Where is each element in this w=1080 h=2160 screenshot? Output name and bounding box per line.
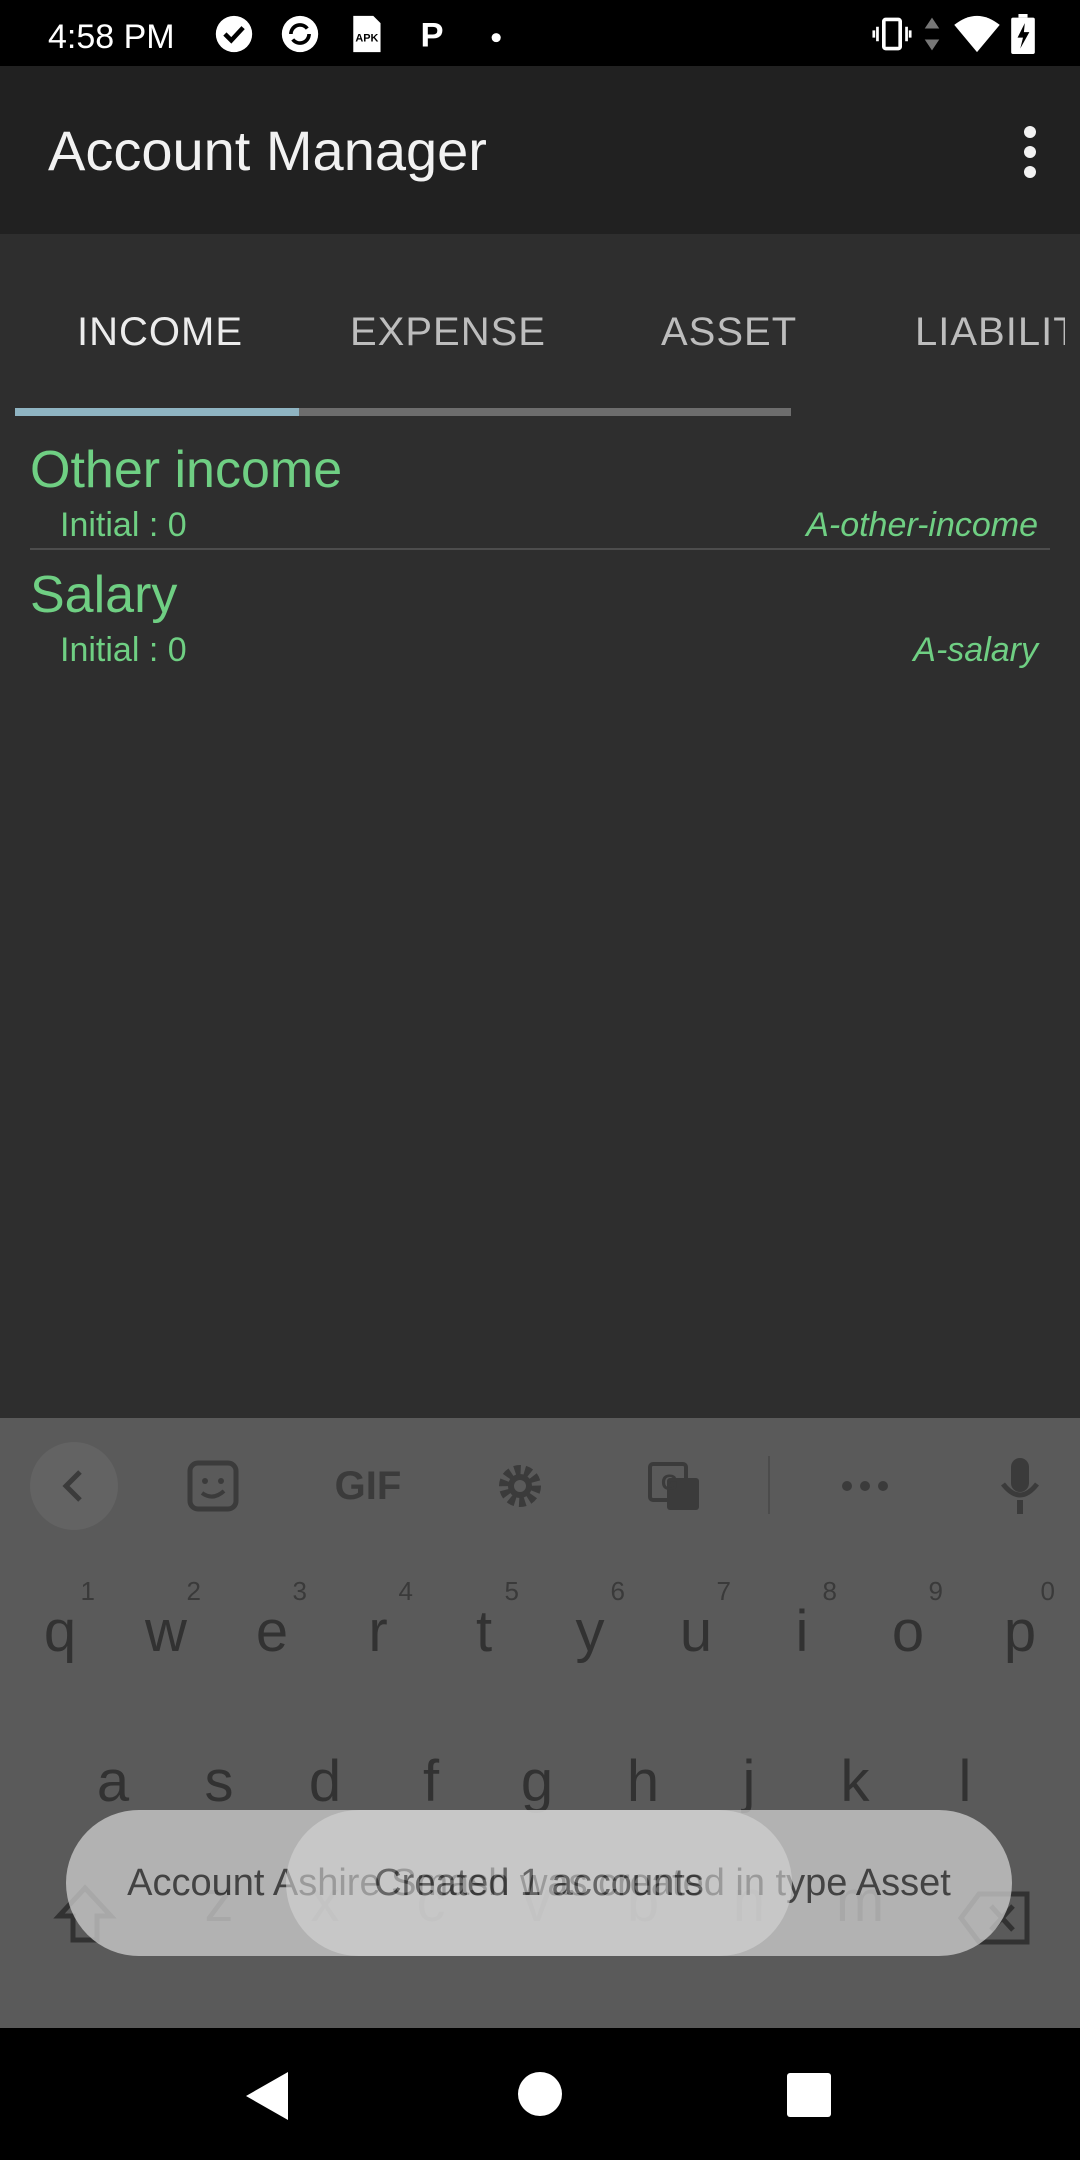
more-button[interactable] bbox=[830, 1446, 900, 1526]
settings-button[interactable] bbox=[488, 1446, 552, 1526]
tab-indicator bbox=[15, 408, 299, 416]
app-title: Account Manager bbox=[48, 119, 487, 182]
status-time: 4:58 PM bbox=[48, 18, 175, 56]
check-circle-icon bbox=[215, 15, 253, 53]
key-e[interactable]: 3e bbox=[227, 1576, 317, 1708]
toast-message: Created 1 accounts bbox=[286, 1810, 792, 1956]
key-p[interactable]: 0p bbox=[975, 1576, 1065, 1708]
battery-charging-icon bbox=[1011, 14, 1035, 54]
chevron-left-icon bbox=[62, 1470, 82, 1502]
translate-icon: G bbox=[648, 1462, 699, 1510]
mic-button[interactable] bbox=[990, 1446, 1050, 1526]
keyboard-back-button[interactable] bbox=[30, 1442, 118, 1530]
vibrate-icon bbox=[872, 17, 912, 51]
dot-icon bbox=[491, 33, 501, 43]
status-bar: 4:58 PM APK P bbox=[0, 0, 1080, 66]
toolbar-divider bbox=[768, 1456, 770, 1514]
list-item[interactable]: Salary Initial : 0 A-salary bbox=[30, 565, 1050, 675]
apk-icon: APK bbox=[353, 15, 381, 53]
mic-icon bbox=[1001, 1458, 1039, 1514]
key-i[interactable]: 8i bbox=[757, 1576, 847, 1708]
account-name: Other income bbox=[30, 441, 343, 499]
tab-bar: INCOME EXPENSE ASSET LIABILIT bbox=[0, 234, 1080, 420]
wifi-icon bbox=[954, 15, 1000, 53]
recents-square-icon[interactable] bbox=[786, 2072, 832, 2118]
toast-text: Created 1 accounts bbox=[374, 1862, 704, 1904]
svg-text:P: P bbox=[420, 17, 443, 54]
sticker-button[interactable] bbox=[178, 1446, 248, 1526]
tab-income[interactable]: INCOME bbox=[77, 310, 243, 355]
key-w[interactable]: 2w bbox=[121, 1576, 211, 1708]
list-item[interactable]: Other income Initial : 0 A-other-income bbox=[30, 440, 1050, 552]
account-name: Salary bbox=[30, 566, 178, 624]
app-bar: Account Manager bbox=[0, 66, 1080, 234]
translate-button[interactable]: G bbox=[640, 1446, 710, 1526]
data-arrows-icon bbox=[924, 17, 940, 51]
key-u[interactable]: 7u bbox=[651, 1576, 741, 1708]
gif-icon: GIF bbox=[334, 1463, 402, 1508]
key-y[interactable]: 6y bbox=[545, 1576, 635, 1708]
account-initial: Initial : 0 bbox=[60, 631, 187, 669]
account-code: A-other-income bbox=[806, 506, 1038, 544]
navigation-bar bbox=[0, 2028, 1080, 2160]
sync-icon bbox=[281, 15, 319, 53]
svg-text:G: G bbox=[661, 1470, 678, 1495]
divider bbox=[30, 548, 1050, 550]
tab-liability[interactable]: LIABILIT bbox=[915, 310, 1065, 355]
key-t[interactable]: 5t bbox=[439, 1576, 529, 1708]
svg-text:APK: APK bbox=[355, 32, 378, 44]
sticker-icon bbox=[187, 1460, 239, 1512]
key-o[interactable]: 9o bbox=[863, 1576, 953, 1708]
more-horiz-icon bbox=[842, 1481, 888, 1491]
key-q[interactable]: 1q bbox=[15, 1576, 105, 1708]
overflow-menu-button[interactable] bbox=[998, 110, 1062, 194]
home-circle-icon[interactable] bbox=[516, 2070, 564, 2118]
back-triangle-icon[interactable] bbox=[242, 2068, 292, 2124]
tab-expense[interactable]: EXPENSE bbox=[350, 310, 546, 355]
gif-button[interactable]: GIF bbox=[318, 1446, 418, 1526]
p-icon: P bbox=[420, 17, 443, 54]
tab-asset[interactable]: ASSET bbox=[661, 310, 797, 355]
more-vert-icon bbox=[1024, 126, 1036, 178]
account-initial: Initial : 0 bbox=[60, 506, 187, 544]
gear-icon bbox=[499, 1465, 541, 1507]
key-r[interactable]: 4r bbox=[333, 1576, 423, 1708]
account-code: A-salary bbox=[913, 631, 1038, 669]
